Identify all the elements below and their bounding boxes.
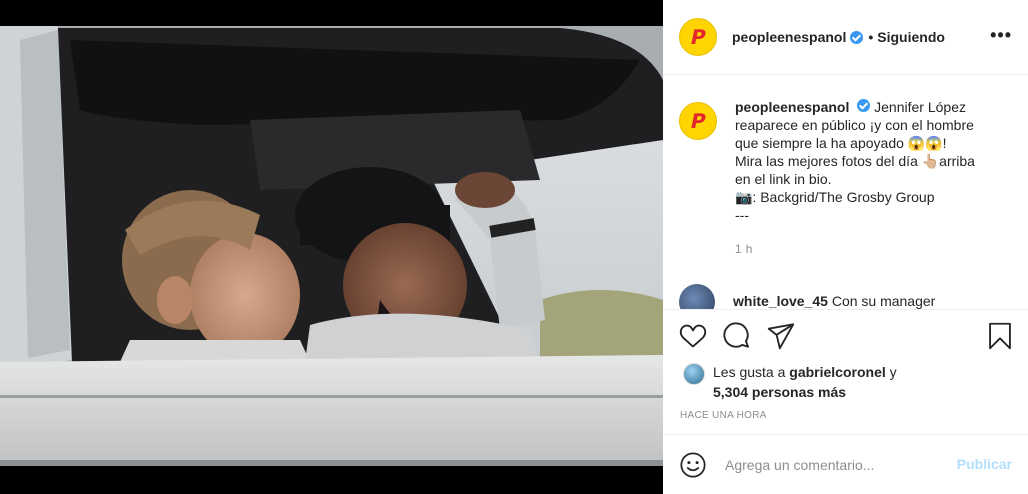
heart-icon[interactable] bbox=[679, 322, 707, 350]
caption-username[interactable]: peopleenespanol bbox=[735, 99, 849, 115]
comments-section[interactable]: P peopleenespanol Jennifer López reapare… bbox=[663, 76, 1028, 309]
profile-avatar[interactable]: P bbox=[679, 18, 717, 56]
bookmark-icon[interactable] bbox=[986, 322, 1014, 350]
action-bar bbox=[663, 310, 1028, 364]
header-user: peopleenespanol • Siguiendo bbox=[732, 29, 945, 45]
publish-button[interactable]: Publicar bbox=[957, 456, 1012, 472]
caption-line-2: Mira las mejores fotos del día 👆🏼arriba … bbox=[735, 153, 975, 187]
post-side-panel: P peopleenespanol • Siguiendo ••• P peop… bbox=[663, 0, 1028, 494]
brand-logo-icon: P bbox=[688, 25, 708, 49]
separator-dot: • bbox=[868, 29, 874, 45]
comment-icon[interactable] bbox=[723, 322, 751, 350]
more-options-icon[interactable]: ••• bbox=[990, 26, 1012, 44]
caption-body: peopleenespanol Jennifer López reaparece… bbox=[735, 98, 985, 258]
caption-time: 1 h bbox=[735, 242, 753, 256]
caption-avatar[interactable]: P bbox=[679, 102, 717, 140]
comment-text: white_love_45 Con su manager bbox=[733, 293, 935, 309]
commenter-avatar[interactable] bbox=[679, 284, 715, 309]
comment-input[interactable] bbox=[725, 456, 945, 473]
header-username[interactable]: peopleenespanol bbox=[732, 29, 846, 45]
likes-text: Les gusta a gabrielcoronel y 5,304 perso… bbox=[713, 362, 897, 402]
comment-body: Con su manager bbox=[831, 293, 936, 309]
likes-prefix: Les gusta a bbox=[713, 364, 790, 380]
liker-username[interactable]: gabrielcoronel bbox=[789, 364, 885, 380]
caption: P peopleenespanol Jennifer López reapare… bbox=[663, 76, 1028, 258]
car-photo bbox=[0, 0, 663, 494]
posted-timestamp[interactable]: HACE UNA HORA bbox=[663, 410, 1028, 421]
verified-badge-icon bbox=[850, 30, 864, 44]
post-media[interactable] bbox=[0, 0, 663, 494]
emoji-icon[interactable] bbox=[679, 451, 707, 479]
comment-item: white_love_45 Con su manager bbox=[663, 272, 1028, 309]
follow-status-button[interactable]: Siguiendo bbox=[877, 29, 945, 45]
comment-box: Publicar bbox=[663, 434, 1028, 494]
share-icon[interactable] bbox=[767, 322, 795, 350]
caption-line-4: --- bbox=[735, 207, 749, 223]
caption-line-3: 📷: Backgrid/The Grosby Group bbox=[735, 189, 935, 205]
likes-count[interactable]: 5,304 personas más bbox=[713, 384, 846, 400]
actions-area: Les gusta a gabrielcoronel y 5,304 perso… bbox=[663, 309, 1028, 434]
liker-avatar[interactable] bbox=[683, 363, 705, 385]
likes-summary: Les gusta a gabrielcoronel y 5,304 perso… bbox=[663, 362, 1028, 402]
verified-badge-icon bbox=[857, 99, 871, 112]
post-header: P peopleenespanol • Siguiendo ••• bbox=[663, 0, 1028, 75]
brand-logo-icon: P bbox=[688, 109, 708, 133]
comment-username[interactable]: white_love_45 bbox=[733, 293, 828, 309]
likes-connector: y bbox=[885, 364, 897, 380]
